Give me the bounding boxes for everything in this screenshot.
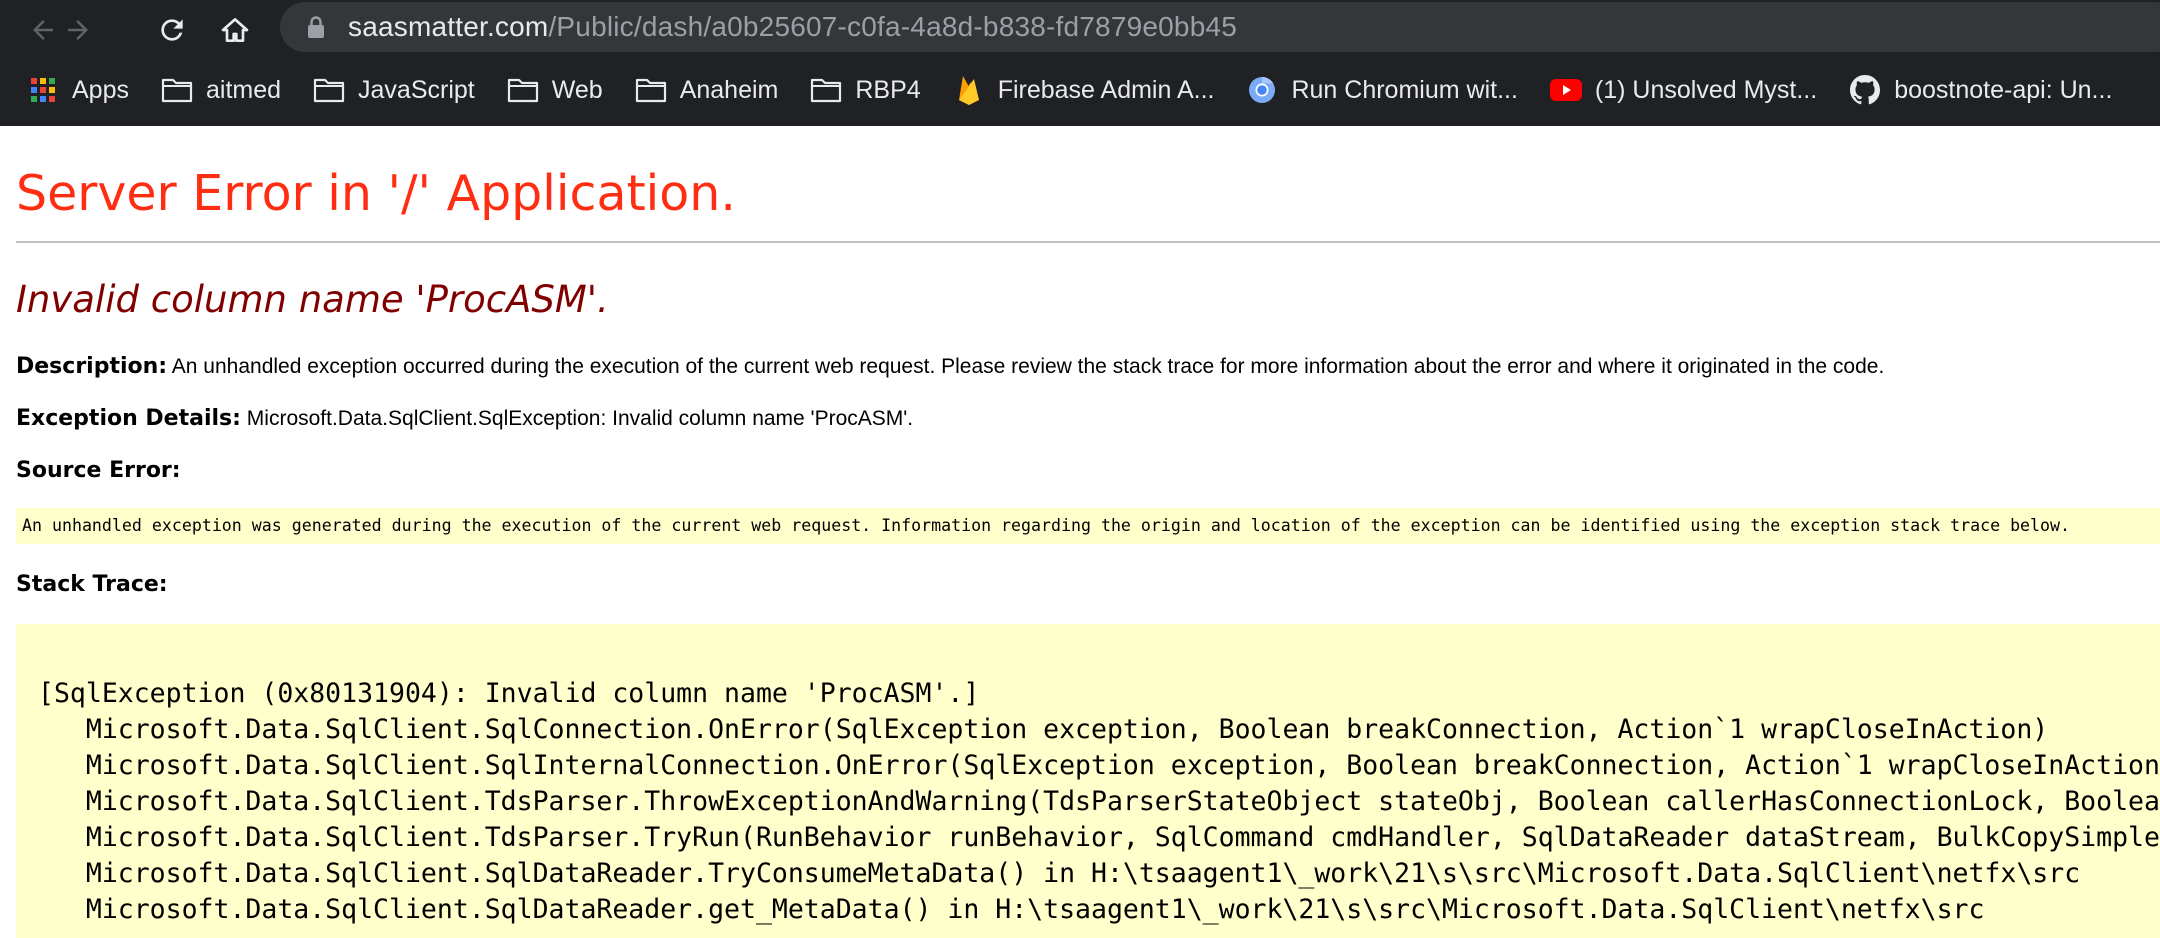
bookmark-item[interactable]: JavaScript <box>300 68 484 112</box>
stack-trace-frame: Microsoft.Data.SqlClient.SqlDataReader.T… <box>38 858 2081 889</box>
address-bar[interactable]: saasmatter.com/Public/dash/a0b25607-c0fa… <box>280 2 2160 52</box>
exception-details-label: Exception Details: <box>16 406 241 431</box>
arrow-left-icon <box>33 20 53 40</box>
stack-trace-frame: Microsoft.Data.SqlClient.TdsParser.Throw… <box>38 786 2160 817</box>
bookmarks-bar: Apps aitmed JavaScript Web Anaheim RBP4 Fireba… <box>14 68 2131 112</box>
bookmark-item[interactable]: Firebase Admin A... <box>940 68 1224 112</box>
folder-icon <box>160 73 194 107</box>
folder-icon <box>506 73 540 107</box>
bookmark-label: boostnote-api: Un... <box>1894 76 2113 104</box>
lock-icon[interactable] <box>306 15 326 39</box>
firebase-icon <box>952 73 986 107</box>
bookmark-label: RBP4 <box>855 76 921 104</box>
bookmark-item[interactable]: Run Chromium wit... <box>1233 68 1526 112</box>
title-divider <box>16 241 2160 243</box>
stack-trace-frame: Microsoft.Data.SqlClient.TdsParser.TryRu… <box>85 822 2160 853</box>
exception-details-text: Microsoft.Data.SqlClient.SqlException: I… <box>246 407 914 430</box>
source-error-label: Source Error: <box>16 458 181 483</box>
bookmark-item[interactable]: aitmed <box>148 68 290 112</box>
bookmark-item[interactable]: (1) Unsolved Myst... <box>1537 68 1826 112</box>
bookmark-item[interactable]: RBP4 <box>797 68 929 112</box>
bookmark-label: Apps <box>72 76 129 104</box>
error-page: Server Error in '/' Application. Invalid… <box>0 126 2160 938</box>
bookmark-label: aitmed <box>205 76 282 104</box>
bookmark-label: Run Chromium wit... <box>1291 76 1518 104</box>
bookmark-label: Anaheim <box>679 76 779 104</box>
url-host: saasmatter.com <box>348 11 549 42</box>
bookmark-label: (1) Unsolved Myst... <box>1594 76 1818 104</box>
bookmark-item[interactable]: boostnote-api: Un... <box>1836 68 2121 112</box>
page-title: Server Error in '/' Application. <box>16 165 736 222</box>
stack-trace-row: Stack Trace: <box>16 572 168 598</box>
browser-chrome: saasmatter.com/Public/dash/a0b25607-c0fa… <box>0 0 2160 126</box>
stack-trace-frame: Microsoft.Data.SqlClient.SqlDataReader.g… <box>38 894 1985 925</box>
bookmark-item[interactable]: Web <box>494 68 612 112</box>
youtube-icon <box>1549 73 1583 107</box>
description-row: Description: An unhandled exception occu… <box>16 354 1884 380</box>
arrow-right-icon <box>68 20 88 40</box>
url-text[interactable]: saasmatter.com/Public/dash/a0b25607-c0fa… <box>348 11 1237 43</box>
description-label: Description: <box>16 354 168 379</box>
bookmark-item[interactable]: Apps <box>14 68 138 112</box>
url-path: /Public/dash/a0b25607-c0fa-4a8d-b838-fd7… <box>548 11 1238 42</box>
home-button[interactable] <box>213 8 257 52</box>
bookmark-label: JavaScript <box>358 76 475 104</box>
apps-grid-icon <box>26 73 60 107</box>
stack-trace-frame: Microsoft.Data.SqlClient.SqlInternalConn… <box>38 750 2160 781</box>
home-icon <box>221 18 249 42</box>
description-text: An unhandled exception occurred during t… <box>171 355 1885 378</box>
folder-icon <box>312 73 346 107</box>
stack-trace-lines: [SqlException (0x80131904): Invalid colu… <box>38 676 2160 928</box>
source-error-text: An unhandled exception was generated dur… <box>22 516 2071 535</box>
stack-trace-header: [SqlException (0x80131904): Invalid colu… <box>38 678 980 709</box>
forward-button[interactable] <box>56 8 100 52</box>
folder-icon <box>634 73 668 107</box>
reload-icon <box>161 19 183 41</box>
error-subtitle: Invalid column name 'ProcASM'. <box>16 278 609 321</box>
stack-trace-frame: Microsoft.Data.SqlClient.SqlConnection.O… <box>38 714 2049 745</box>
bookmark-item[interactable]: Anaheim <box>622 68 788 112</box>
stack-trace-box: [SqlException (0x80131904): Invalid colu… <box>16 624 2160 938</box>
folder-icon <box>809 73 843 107</box>
reload-button[interactable] <box>150 8 194 52</box>
chromium-icon <box>1245 73 1279 107</box>
exception-details-row: Exception Details: Microsoft.Data.SqlCli… <box>16 406 913 432</box>
source-error-box: An unhandled exception was generated dur… <box>16 508 2160 544</box>
bookmark-label: Firebase Admin A... <box>997 76 1215 104</box>
github-icon <box>1848 73 1882 107</box>
source-error-row: Source Error: <box>16 458 181 484</box>
bookmark-label: Web <box>551 76 603 104</box>
stack-trace-label: Stack Trace: <box>16 572 168 597</box>
